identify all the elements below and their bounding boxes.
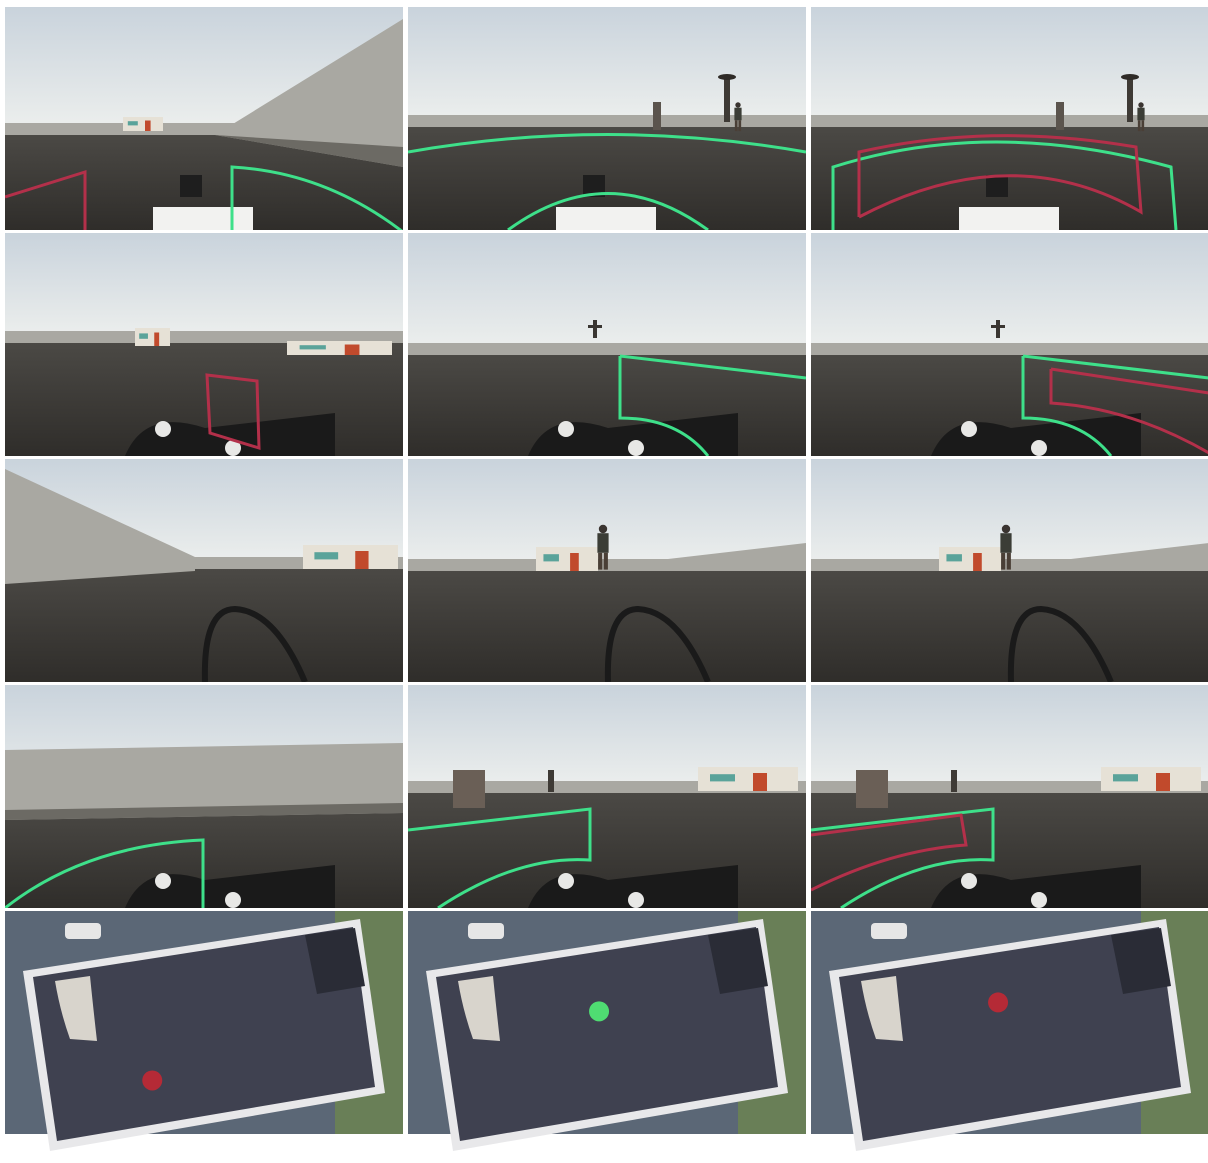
car [468,923,504,939]
image-tile-r0c0 [5,7,403,230]
position-marker-green [589,1001,610,1022]
chimney [724,77,730,122]
position-marker-red [988,992,1009,1013]
rooftop-hut [303,545,398,569]
rooftop-hut [1101,767,1201,791]
sky [408,7,806,127]
parapet-wall [811,115,1208,127]
image-tile-r0c2 [811,7,1208,230]
rooftop-hut [135,328,170,346]
vent-pipe [1056,102,1064,130]
image-tile-r1c2 [811,233,1208,456]
image-tile-r4c2 [811,911,1208,1161]
tile-image [408,685,806,908]
car [871,923,907,939]
image-tile-r2c0 [5,459,403,682]
sky [811,233,1208,355]
image-tile-r3c2 [811,685,1208,908]
image-tile-r2c1 [408,459,806,682]
chimney [1127,77,1133,122]
image-tile-r4c1 [408,911,806,1161]
sky [811,7,1208,127]
tile-image [811,7,1208,230]
position-marker-red [142,1070,163,1091]
sky [5,233,403,343]
rooftop-structure [453,770,485,808]
car [65,923,101,939]
image-tile-r2c2 [811,459,1208,682]
image-tile-r4c0 [5,911,403,1161]
tile-image [811,685,1208,908]
rooftop-hut [698,767,798,791]
rooftop-hut [123,117,163,131]
vent-pipe [653,102,661,130]
tile-image [811,459,1208,682]
parapet-wall [408,115,806,127]
cross [593,320,597,338]
chimney [951,770,957,792]
tile-image [408,459,806,682]
tile-image [408,233,806,456]
tile-image [5,7,403,230]
tile-image [811,911,1208,1151]
tile-image [408,7,806,230]
tile-image [5,685,403,908]
chimney [548,770,554,792]
rooftop-hut [536,547,598,571]
tile-image [811,233,1208,456]
image-grid [0,0,1208,1163]
rooftop-structure [856,770,888,808]
image-tile-r1c1 [408,233,806,456]
tile-image [5,911,403,1151]
image-tile-r3c1 [408,685,806,908]
image-tile-r0c1 [408,7,806,230]
rooftop-hut [287,341,392,355]
tile-image [408,911,806,1151]
image-tile-r1c0 [5,233,403,456]
tile-image [5,459,403,682]
image-tile-r3c0 [5,685,403,908]
tile-image [5,233,403,456]
cross [996,320,1000,338]
parapet-wall [811,343,1208,355]
parapet-wall [408,343,806,355]
rooftop-hut [939,547,1001,571]
sky [408,233,806,355]
